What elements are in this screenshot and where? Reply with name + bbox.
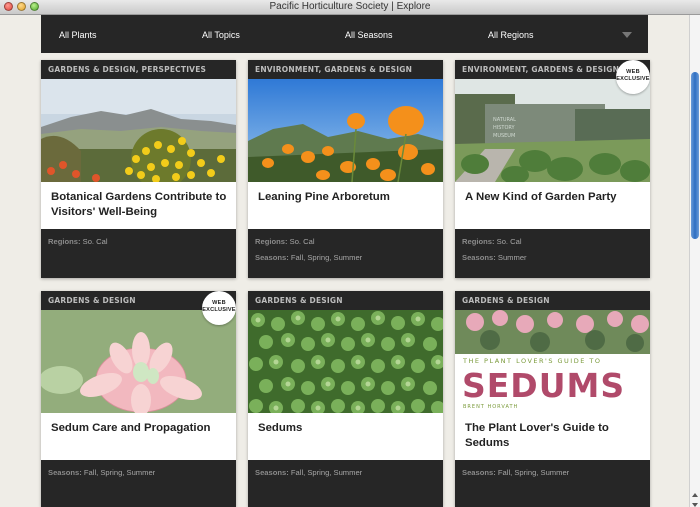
window-titlebar: Pacific Horticulture Society | Explore	[0, 0, 700, 15]
card-title-box: Sedum Care and Propagation	[41, 413, 236, 460]
filter-all-seasons[interactable]: All Seasons	[345, 15, 393, 53]
seasons-value: Fall, Spring, Summer	[497, 468, 570, 477]
card-title-box: Leaning Pine Arboretum	[248, 182, 443, 229]
filter-bar: All Plants All Topics All Seasons All Re…	[41, 15, 648, 53]
window-title: Pacific Horticulture Society | Explore	[269, 1, 431, 12]
card-seasons: Seasons: Summer	[462, 253, 527, 262]
seasons-value: Fall, Spring, Summer	[290, 468, 363, 477]
card-category: Gardens & Design, Perspectives	[48, 65, 207, 74]
card-title-box: The Plant Lover's Guide to Sedums	[455, 413, 650, 460]
seasons-value: Summer	[497, 253, 527, 262]
card-title-box: Sedums	[248, 413, 443, 460]
filter-all-regions[interactable]: All Regions	[488, 15, 534, 53]
regions-label: Regions:	[255, 237, 288, 246]
card-regions: Regions: So. Cal	[255, 237, 315, 246]
regions-value: So. Cal	[82, 237, 108, 246]
card-title[interactable]: Sedum Care and Propagation	[51, 421, 229, 436]
card-title[interactable]: Leaning Pine Arboretum	[258, 190, 436, 205]
card-regions: Regions: So. Cal	[48, 237, 108, 246]
article-card[interactable]: Gardens & Design, Perspectives Botanical…	[41, 60, 236, 278]
vertical-scrollbar[interactable]	[689, 15, 700, 507]
seasons-label: Seasons:	[255, 468, 289, 477]
museum-garden-photo: NATURAL HISTORY MUSEUM	[455, 79, 650, 182]
card-category: Environment, Gardens & Design	[462, 65, 620, 74]
seasons-value: Fall, Spring, Summer	[83, 468, 156, 477]
card-title[interactable]: Botanical Gardens Contribute to Visitors…	[51, 190, 229, 220]
seasons-label: Seasons:	[255, 253, 289, 262]
garden-mountain-photo	[41, 79, 236, 182]
seasons-label: Seasons:	[462, 253, 496, 262]
article-card[interactable]: Gardens & Design WEB EXCLUSIVE Sedum Care…	[41, 291, 236, 507]
poppies-photo	[248, 79, 443, 182]
scroll-down-arrow-icon[interactable]	[692, 503, 698, 507]
scroll-up-arrow-icon[interactable]	[692, 493, 698, 497]
scrollbar-thumb[interactable]	[691, 72, 699, 239]
regions-value: So. Cal	[289, 237, 315, 246]
book-author: BRENT HORVATH	[463, 404, 518, 410]
museum-sign-text: HISTORY	[493, 125, 516, 131]
regions-value: So. Cal	[496, 237, 522, 246]
article-card[interactable]: Environment, Gardens & Design Leaning Pi…	[248, 60, 443, 278]
card-category: Environment, Gardens & Design	[255, 65, 413, 74]
card-seasons: Seasons: Fall, Spring, Summer	[255, 468, 362, 477]
book-cover-image: THE PLANT LOVER'S GUIDE TO SEDUMS BRENT …	[455, 310, 650, 413]
dropdown-arrow-icon[interactable]	[622, 32, 632, 38]
card-category: Gardens & Design	[255, 296, 343, 305]
article-card[interactable]: Gardens & Design THE PLANT LOVER'S GUIDE…	[455, 291, 650, 507]
book-kicker: THE PLANT LOVER'S GUIDE TO	[462, 357, 601, 365]
seasons-label: Seasons:	[48, 468, 82, 477]
regions-label: Regions:	[48, 237, 81, 246]
book-title: SEDUMS	[462, 366, 625, 405]
museum-sign-text: MUSEUM	[493, 133, 515, 139]
card-title-box: Botanical Gardens Contribute to Visitors…	[41, 182, 236, 229]
card-title[interactable]: A New Kind of Garden Party	[465, 190, 643, 205]
article-card[interactable]: Environment, Gardens & Design NATURAL HI…	[455, 60, 650, 278]
card-title-box: A New Kind of Garden Party	[455, 182, 650, 229]
pink-succulent-photo	[41, 310, 236, 413]
green-sedum-photo	[248, 310, 443, 413]
filter-all-plants[interactable]: All Plants	[59, 15, 97, 53]
card-category: Gardens & Design	[462, 296, 550, 305]
seasons-value: Fall, Spring, Summer	[290, 253, 363, 262]
regions-label: Regions:	[462, 237, 495, 246]
web-exclusive-badge: WEB EXCLUSIVE	[616, 60, 650, 94]
seasons-label: Seasons:	[462, 468, 496, 477]
card-seasons: Seasons: Fall, Spring, Summer	[48, 468, 155, 477]
article-card[interactable]: Gardens & Design Sedums Seasons: Fall, S…	[248, 291, 443, 507]
card-seasons: Seasons: Fall, Spring, Summer	[462, 468, 569, 477]
card-title[interactable]: The Plant Lover's Guide to Sedums	[465, 421, 643, 451]
web-exclusive-badge: WEB EXCLUSIVE	[202, 291, 236, 325]
filter-all-topics[interactable]: All Topics	[202, 15, 240, 53]
card-title[interactable]: Sedums	[258, 421, 436, 436]
card-seasons: Seasons: Fall, Spring, Summer	[255, 253, 362, 262]
card-regions: Regions: So. Cal	[462, 237, 522, 246]
card-category: Gardens & Design	[48, 296, 136, 305]
museum-sign-text: NATURAL	[493, 117, 516, 123]
